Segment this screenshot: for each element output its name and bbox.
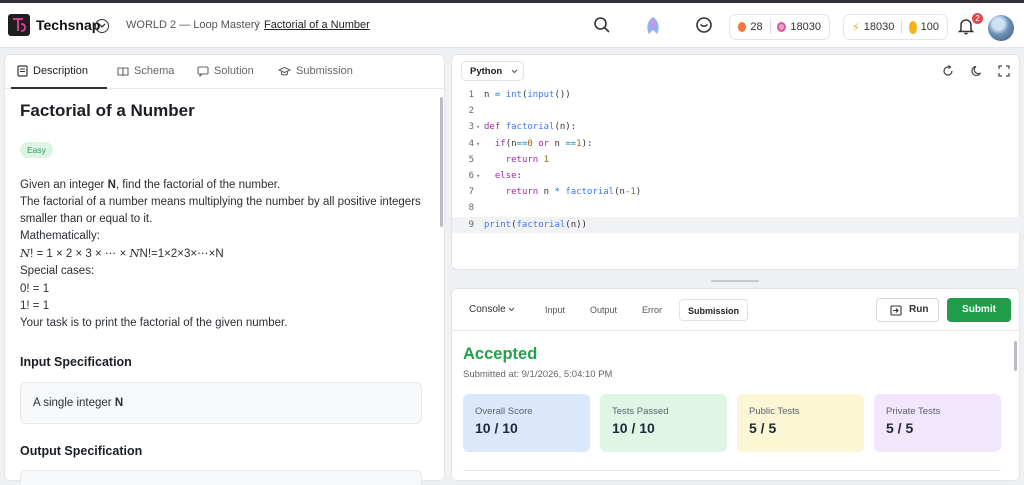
scrollbar-thumb[interactable] — [440, 97, 443, 227]
streak-count: 28 — [750, 21, 763, 33]
fullscreen-icon[interactable] — [998, 65, 1010, 77]
problem-tabs: Description Schema Solution Submission — [5, 55, 444, 89]
private-tests-card: Private Tests 5 / 5 — [874, 394, 1001, 452]
console-panel: Console Input Output Error Submission Ru… — [451, 288, 1020, 481]
console-scrollbar-thumb[interactable] — [1014, 341, 1017, 371]
xp-count: 18030 — [790, 21, 821, 33]
special-case-zero: 0! = 1 — [20, 282, 50, 295]
book-icon — [117, 66, 129, 76]
code-line[interactable]: 8 — [452, 200, 1020, 216]
special-cases-label: Special cases: — [20, 265, 95, 278]
code-line[interactable]: 3 ▾ def factorial(n): — [452, 119, 1020, 135]
code-line[interactable]: 4 ▾ if(n==0 or n ==1): — [452, 136, 1020, 152]
breadcrumb-separator: › — [256, 17, 260, 29]
problem-title: Factorial of a Number — [20, 101, 195, 120]
coin-icon — [908, 20, 917, 34]
breadcrumb-world[interactable]: WORLD 2 — Loop Mastery — [126, 19, 260, 31]
language-select[interactable]: Python — [461, 61, 524, 81]
code-line[interactable]: 5 return 1 — [452, 152, 1020, 168]
panel-resize-handle[interactable] — [711, 280, 759, 282]
difficulty-badge: Easy — [20, 142, 53, 158]
theme-moon-icon[interactable] — [971, 65, 983, 77]
energy-count: 18030 — [863, 21, 895, 33]
task-line: Your task is to print the factorial of t… — [20, 316, 288, 329]
fold-chevron-icon[interactable]: ▾ — [476, 136, 480, 152]
top-bar: Techsnap WORLD 2 — Loop Mastery › Factor… — [0, 3, 1024, 48]
ai-assistant-icon[interactable] — [645, 16, 661, 35]
problem-description: Given an integer N, find the factorial o… — [20, 177, 425, 332]
definition-line: The factorial of a number means multiply… — [20, 196, 421, 226]
lightning-icon: ⚡ — [852, 21, 860, 34]
active-tab-indicator — [11, 87, 107, 89]
streak-xp-pill[interactable]: 28 18030 — [729, 14, 830, 40]
breadcrumb-problem[interactable]: Factorial of a Number — [264, 19, 370, 31]
chevron-down-icon — [511, 69, 518, 74]
code-editor-panel: Python 1n = int(input()) 2 3 ▾ def factori… — [451, 54, 1020, 270]
special-case-one: 1! = 1 — [20, 299, 50, 312]
overall-score-card: Overall Score 10 / 10 — [463, 394, 590, 452]
result-status: Accepted — [463, 345, 538, 363]
logo-icon[interactable] — [8, 14, 30, 36]
submitted-timestamp: Submitted at: 9/1/2026, 5:04:10 PM — [463, 369, 613, 380]
problem-panel: Description Schema Solution Submission F… — [4, 54, 445, 485]
run-icon — [890, 305, 902, 316]
chat-icon[interactable] — [695, 16, 713, 34]
avatar[interactable] — [988, 15, 1014, 41]
tab-solution[interactable]: Solution — [197, 65, 254, 77]
code-area[interactable]: 1n = int(input()) 2 3 ▾ def factorial(n): … — [452, 87, 1020, 233]
fold-chevron-icon[interactable]: ▾ — [476, 119, 480, 135]
math-formula: N! = 1 × 2 × 3 × ⋯ × NN!=1×2×3×⋯×N — [20, 246, 224, 261]
input-spec-box: A single integer N — [20, 382, 422, 424]
graduation-cap-icon — [278, 66, 291, 76]
code-line[interactable]: 7 return n * factorial(n-1) — [452, 184, 1020, 200]
output-spec-box — [20, 470, 422, 485]
code-line[interactable]: 2 — [452, 103, 1020, 119]
intro-line: Given an integer N, find the factorial o… — [20, 179, 281, 191]
message-icon — [197, 65, 209, 77]
document-icon — [17, 65, 28, 77]
output-spec-heading: Output Specification — [20, 444, 143, 458]
reset-icon[interactable] — [942, 65, 954, 77]
chevron-down-icon — [509, 307, 515, 312]
public-tests-card: Public Tests 5 / 5 — [737, 394, 864, 452]
code-line-current[interactable]: 9 print(factorial(n)) — [452, 216, 1020, 233]
tab-submission[interactable]: Submission — [278, 65, 353, 77]
tests-passed-card: Tests Passed 10 / 10 — [600, 394, 727, 452]
tab-submission-result[interactable]: Submission — [679, 299, 749, 321]
flame-icon — [738, 22, 747, 32]
math-label: Mathematically: — [20, 230, 100, 243]
divider — [463, 470, 1001, 471]
fold-chevron-icon[interactable]: ▾ — [476, 168, 480, 184]
input-spec-heading: Input Specification — [20, 355, 132, 369]
notification-badge: 2 — [972, 13, 983, 24]
tab-error[interactable]: Error — [642, 305, 662, 315]
tab-description[interactable]: Description — [17, 65, 88, 77]
code-line[interactable]: 6 ▾ else: — [452, 168, 1020, 184]
tab-input[interactable]: Input — [545, 305, 565, 315]
search-icon[interactable] — [593, 16, 611, 34]
target-icon — [777, 22, 787, 32]
tab-console[interactable]: Console — [469, 304, 515, 315]
coin-count: 100 — [920, 21, 939, 33]
brand-menu-chevron-icon[interactable] — [95, 19, 109, 33]
code-line[interactable]: 1n = int(input()) — [452, 87, 1020, 103]
run-button[interactable]: Run — [876, 298, 939, 322]
tab-output[interactable]: Output — [590, 305, 617, 315]
console-tabs: Console Input Output Error Submission Ru… — [452, 289, 1019, 331]
submit-button[interactable]: Submit — [947, 298, 1011, 322]
energy-coin-pill[interactable]: ⚡ 18030 100 — [843, 14, 948, 40]
tab-schema[interactable]: Schema — [117, 65, 174, 77]
brand-name[interactable]: Techsnap — [36, 17, 100, 33]
